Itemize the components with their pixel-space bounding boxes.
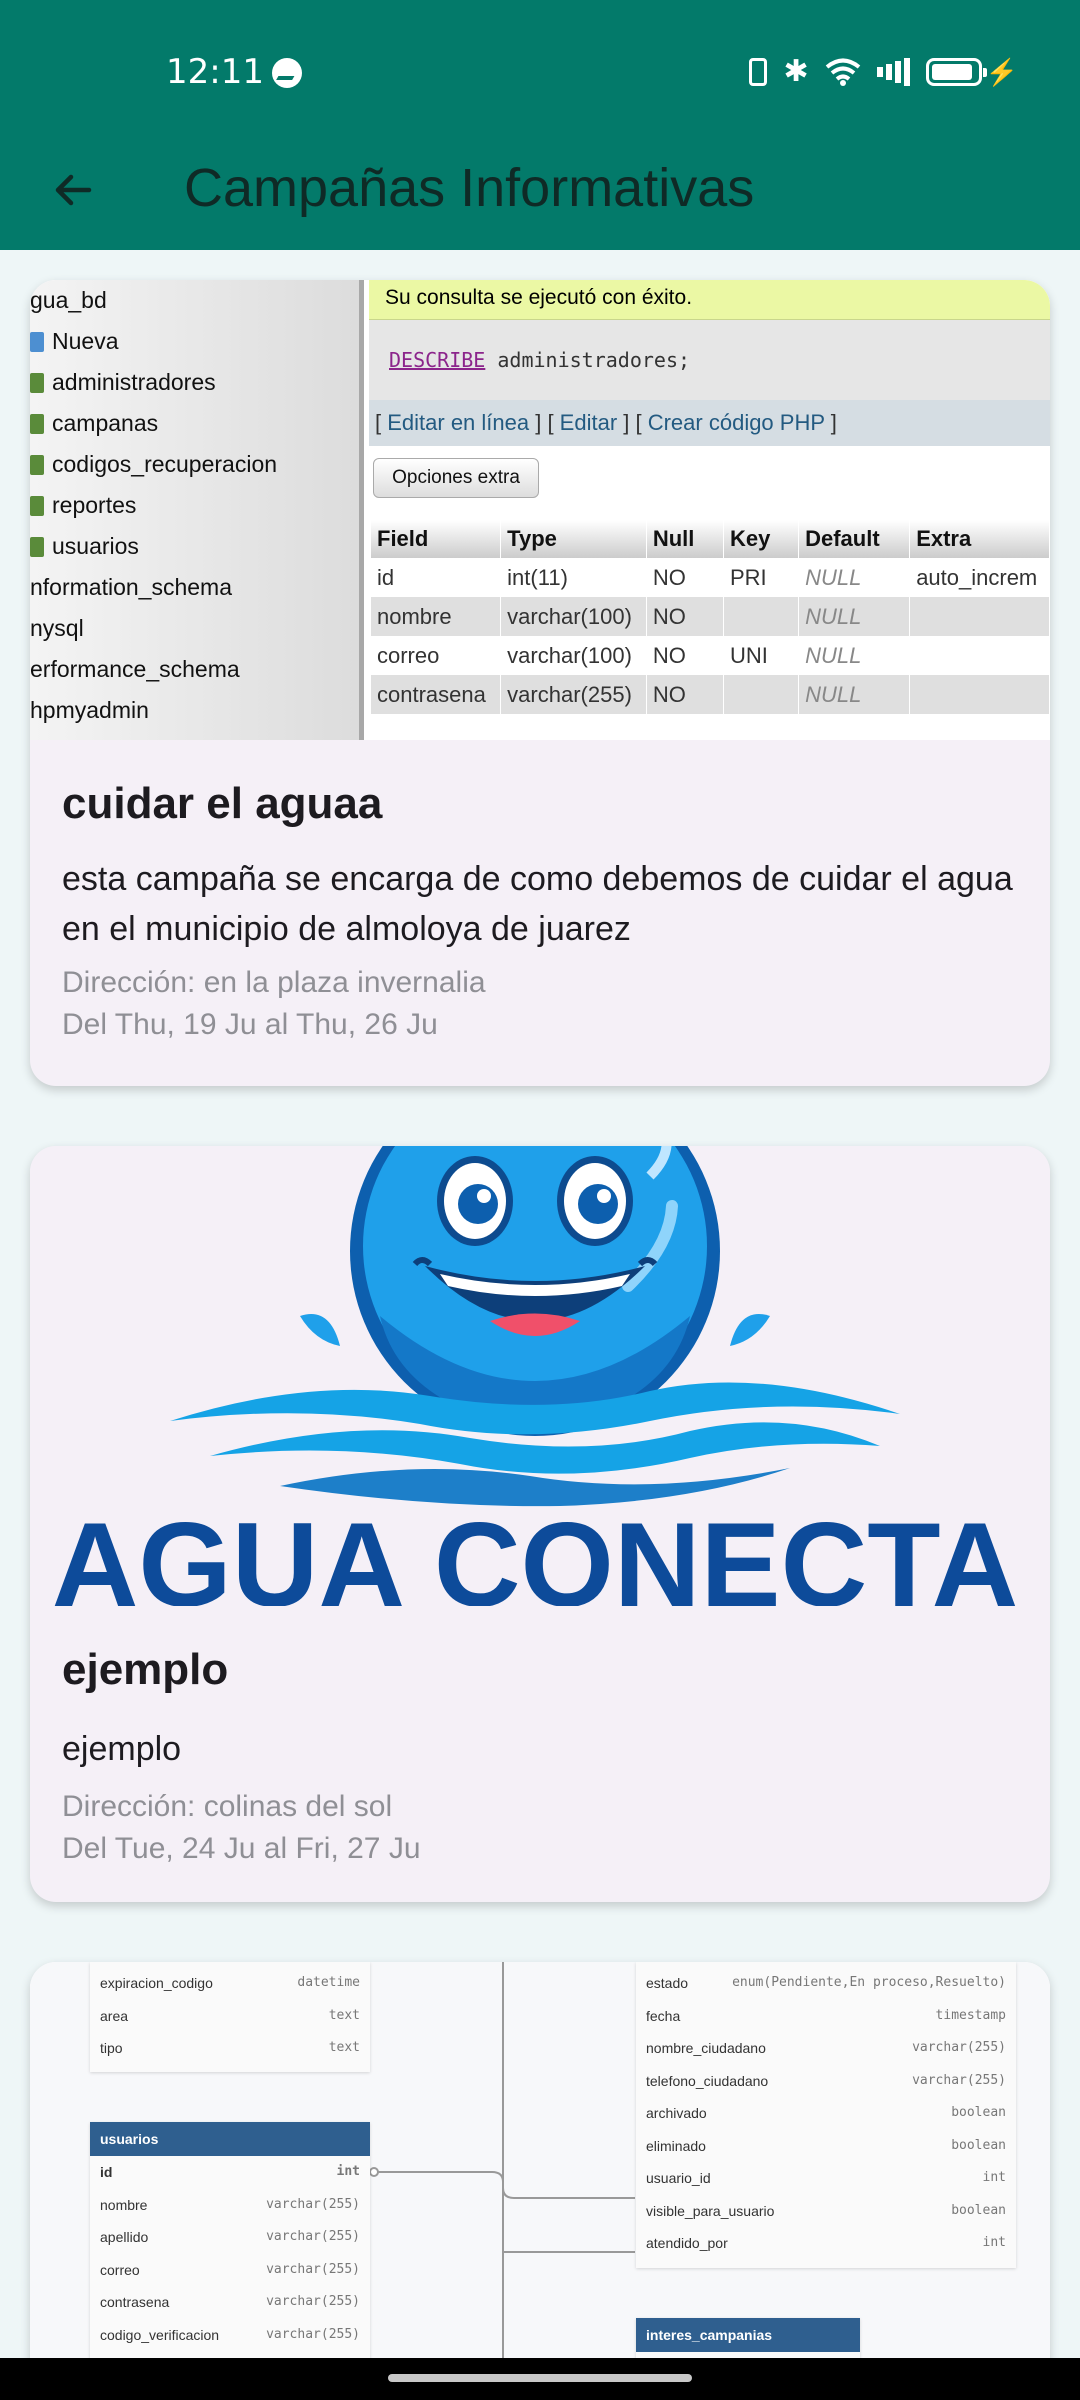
- sidebar-item: campanas: [30, 403, 359, 444]
- campaign-card-body: cuidar el aguaa esta campaña se encarga …: [30, 740, 1050, 1046]
- status-icons: ✱ ⚡: [749, 54, 1018, 90]
- campaign-image: AGUA CONECTA: [30, 1146, 1050, 1606]
- campaign-image: gua_bd Nueva administradores campanas co…: [30, 280, 1050, 740]
- signal-icon: [876, 56, 910, 88]
- status-bar: 12:11 ✱ ⚡: [0, 0, 1080, 140]
- query-links: [ Editar en línea ] [ Editar ] [ Crear c…: [369, 400, 1050, 446]
- sidebar-item: nformation_schema: [30, 574, 232, 600]
- status-time: 12:11: [166, 52, 264, 92]
- sidebar-item: codigos_recuperacion: [30, 444, 359, 485]
- bluetooth-icon: ✱: [783, 55, 809, 88]
- app-bar: Campañas Informativas: [0, 140, 1080, 250]
- sql-query: DESCRIBE administradores;: [369, 320, 1050, 400]
- campaign-address: Dirección: colinas del sol: [62, 1790, 393, 1823]
- sidebar-item: erformance_schema: [30, 656, 240, 682]
- sidebar-item: administradores: [30, 362, 359, 403]
- describe-table: Field Type Null Key Default Extra id int(…: [371, 520, 1050, 714]
- campaign-address: Dirección: en la plaza invernalia: [62, 966, 486, 999]
- er-table-interes-campanias: interes_campanias: [636, 2318, 860, 2362]
- page-title: Campañas Informativas: [184, 158, 755, 218]
- sidebar-item: nysql: [30, 615, 84, 641]
- arrow-back-icon[interactable]: [40, 157, 106, 223]
- table-row: nombre varchar(100) NO NULL: [371, 597, 1050, 636]
- table-row: correo varchar(100) NO UNI NULL: [371, 636, 1050, 675]
- sidebar-item: Nueva: [30, 321, 359, 362]
- campaign-dates: Del Thu, 19 Ju al Thu, 26 Ju: [62, 1008, 438, 1041]
- campaign-title: cuidar el aguaa: [62, 779, 383, 828]
- campaign-card[interactable]: gua_bd Nueva administradores campanas co…: [30, 280, 1050, 1086]
- campaign-image: expiracion_codigo datetime area text tipo t…: [30, 1962, 1050, 2362]
- campaign-description: ejemplo: [62, 1730, 182, 1768]
- gesture-nav-bar: [0, 2358, 1080, 2400]
- er-diagram: expiracion_codigo datetime area text tipo t…: [30, 1962, 1050, 2362]
- vibrate-icon: [749, 56, 768, 88]
- sidebar-item: gua_bd: [30, 287, 107, 313]
- query-result-panel: Su consulta se ejecutó con éxito. DESCRI…: [369, 280, 1050, 740]
- campaign-card-body: ejemplo ejemplo Dirección: colinas del s…: [30, 1606, 1050, 1870]
- campaign-card[interactable]: expiracion_codigo datetime area text tipo t…: [30, 1962, 1050, 2400]
- campaign-card[interactable]: AGUA CONECTA ejemplo ejemplo Dirección: …: [30, 1146, 1050, 1902]
- battery-icon: [925, 56, 987, 88]
- campaign-dates: Del Tue, 24 Ju al Fri, 27 Ju: [62, 1832, 421, 1865]
- wifi-icon: [825, 56, 861, 88]
- extra-options-button: Opciones extra: [373, 458, 539, 498]
- water-drop-logo: AGUA CONECTA: [52, 1146, 1019, 1606]
- charging-bolt-icon: ⚡: [985, 56, 1018, 87]
- success-message: Su consulta se ejecutó con éxito.: [369, 280, 1050, 320]
- er-table-fragment: expiracion_codigo datetime area text tipo t…: [90, 1962, 370, 2072]
- table-row: contrasena varchar(255) NO NULL: [371, 675, 1050, 714]
- sidebar-item: hpmyadmin: [30, 697, 149, 723]
- campaign-title: ejemplo: [62, 1645, 229, 1694]
- home-handle[interactable]: [388, 2374, 692, 2382]
- er-table-usuarios: usuarios id int nombre varchar(255) apelli…: [90, 2122, 370, 2362]
- sidebar-item: reportes: [30, 485, 359, 526]
- logo-text: AGUA CONECTA: [52, 1498, 1019, 1606]
- messenger-icon: [272, 58, 302, 88]
- sidebar-item: usuarios: [30, 526, 359, 567]
- table-row: id int(11) NO PRI NULL auto_increm: [371, 558, 1050, 597]
- top-app-bar: 12:11 ✱ ⚡ Campañas Informativas: [0, 0, 1080, 250]
- campaign-description: esta campaña se encarga de como debemos …: [62, 860, 1013, 948]
- er-table-fragment-right: estado enum(Pendiente,En proceso,Resuelto…: [636, 1962, 1016, 2268]
- db-sidebar: gua_bd Nueva administradores campanas co…: [30, 280, 364, 740]
